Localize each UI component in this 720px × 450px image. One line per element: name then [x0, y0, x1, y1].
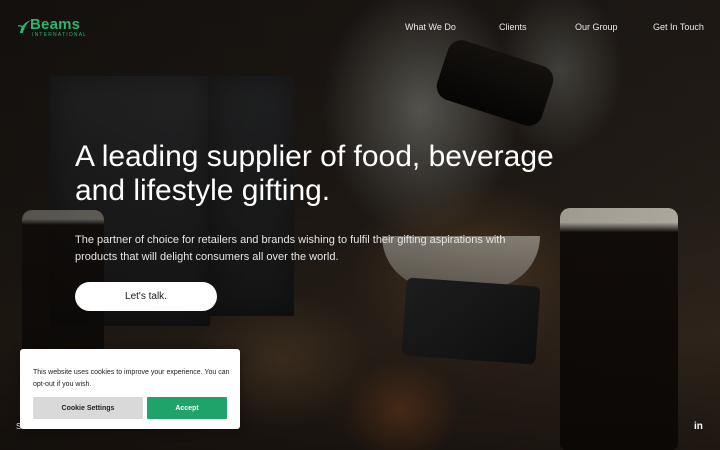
brand-name: Beams — [30, 16, 81, 33]
footer-left-hint: S — [16, 422, 22, 431]
cookie-settings-button[interactable]: Cookie Settings — [33, 397, 143, 419]
nav-item-our-group[interactable]: Our Group — [575, 22, 618, 32]
hero-subtext: The partner of choice for retailers and … — [75, 234, 506, 263]
nav-item-what-we-do[interactable]: What We Do — [405, 22, 456, 32]
hero-headline: A leading supplier of food, beverage and… — [75, 140, 554, 207]
cookie-banner: This website uses cookies to improve you… — [20, 349, 240, 429]
nav-item-clients[interactable]: Clients — [499, 22, 527, 32]
nav-item-get-in-touch[interactable]: Get In Touch — [653, 22, 704, 32]
cookie-message: This website uses cookies to improve you… — [33, 369, 230, 388]
cookie-accept-button[interactable]: Accept — [147, 397, 227, 419]
lets-talk-button[interactable]: Let's talk. — [75, 282, 217, 311]
brand-subline: INTERNATIONAL — [32, 32, 88, 38]
linkedin-icon[interactable]: in — [694, 421, 703, 432]
